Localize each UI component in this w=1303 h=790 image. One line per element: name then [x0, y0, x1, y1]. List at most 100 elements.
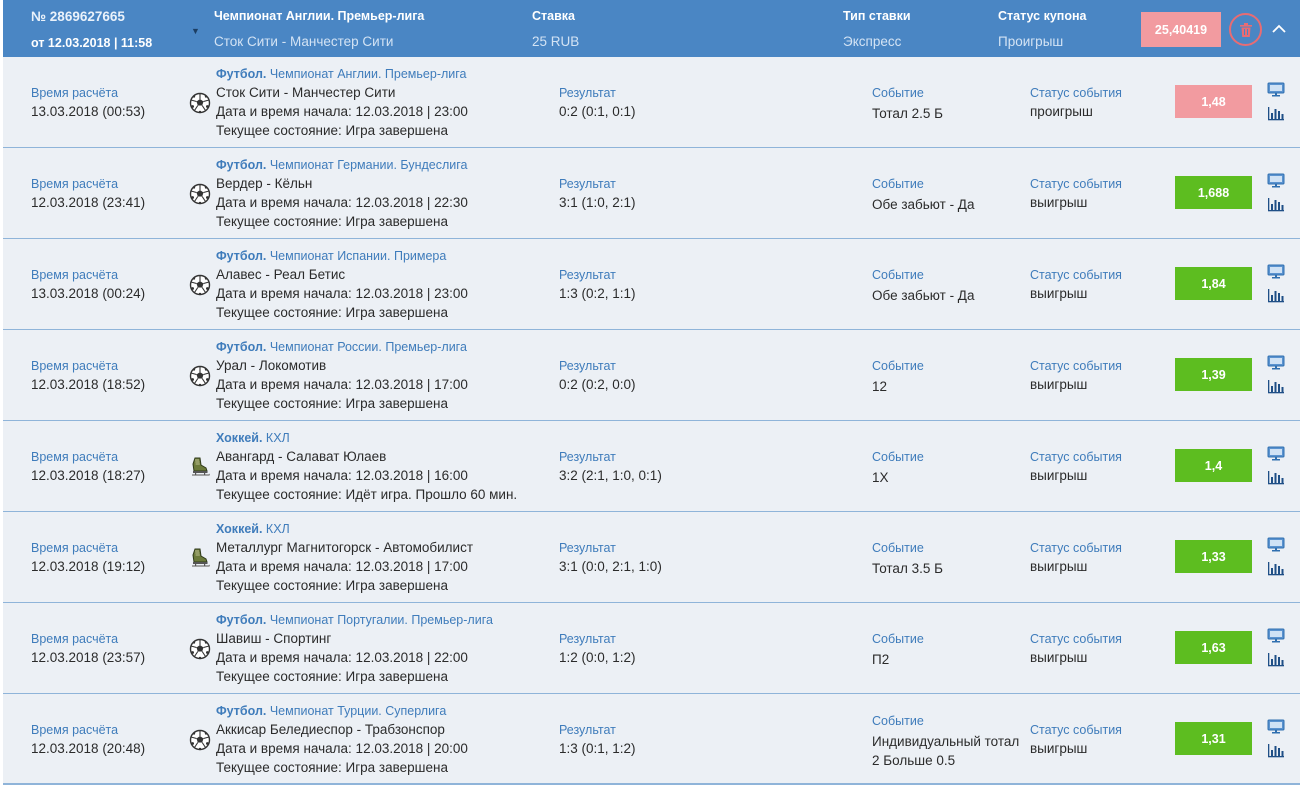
statistics-button[interactable]	[1267, 470, 1285, 485]
monitor-icon	[1267, 446, 1285, 461]
event-teams[interactable]: Аккисар Беледиеспор - Трабзонспор	[216, 722, 445, 737]
coupon-date: от 12.03.2018 | 11:58	[31, 36, 153, 50]
collapse-button[interactable]	[1270, 20, 1288, 38]
event-teams[interactable]: Металлург Магнитогорск - Автомобилист	[216, 540, 473, 555]
bar-chart-icon	[1268, 107, 1284, 121]
calc-time-label: Время расчёта	[31, 177, 119, 191]
result-label: Результат	[559, 268, 616, 282]
live-broadcast-button[interactable]	[1267, 82, 1285, 97]
event-teams[interactable]: Шавиш - Спортинг	[216, 631, 331, 646]
event-teams[interactable]: Вердер - Кёльн	[216, 176, 312, 191]
event-status-value: выигрыш	[1030, 377, 1088, 392]
live-broadcast-button[interactable]	[1267, 446, 1285, 461]
event-sport: Хоккей.	[216, 522, 263, 536]
event-teams[interactable]: Сток Сити - Манчестер Сити	[216, 85, 395, 100]
event-league[interactable]: Футбол. Чемпионат Испании. Примера	[216, 249, 446, 263]
event-start: Дата и время начала: 12.03.2018 | 23:00	[216, 104, 468, 119]
event-status-label: Статус события	[1030, 177, 1122, 191]
event-league-name: Чемпионат России. Премьер-лига	[266, 340, 467, 354]
event-league[interactable]: Футбол. Чемпионат Англии. Премьер-лига	[216, 67, 467, 81]
bar-chart-icon	[1268, 198, 1284, 212]
coupon-card: № 2869627665 от 12.03.2018 | 11:58 ▼ Чем…	[3, 0, 1300, 785]
event-league-name: Чемпионат Испании. Примера	[266, 249, 447, 263]
statistics-button[interactable]	[1267, 288, 1285, 303]
calc-time-label: Время расчёта	[31, 450, 119, 464]
event-status-value: выигрыш	[1030, 286, 1088, 301]
event-league[interactable]: Хоккей. КХЛ	[216, 431, 290, 445]
odds-badge: 1,63	[1175, 631, 1252, 664]
calc-time-label: Время расчёта	[31, 632, 119, 646]
odds-badge: 1,4	[1175, 449, 1252, 482]
result-label: Результат	[559, 723, 616, 737]
event-state: Текущее состояние: Игра завершена	[216, 305, 448, 320]
calc-time-value: 12.03.2018 (23:41)	[31, 195, 146, 210]
event-start: Дата и время начала: 12.03.2018 | 17:00	[216, 377, 468, 392]
event-league[interactable]: Хоккей. КХЛ	[216, 522, 290, 536]
event-row: Время расчёта 12.03.2018 (20:48) Футбол.…	[3, 694, 1300, 785]
bar-chart-icon	[1268, 380, 1284, 394]
live-broadcast-button[interactable]	[1267, 628, 1285, 643]
result-value: 3:1 (1:0, 2:1)	[559, 195, 636, 210]
event-status-value: выигрыш	[1030, 559, 1088, 574]
event-row: Время расчёта 12.03.2018 (18:27) Хоккей.…	[3, 421, 1300, 512]
statistics-button[interactable]	[1267, 197, 1285, 212]
trash-icon	[1239, 22, 1252, 37]
statistics-button[interactable]	[1267, 652, 1285, 667]
event-start: Дата и время начала: 12.03.2018 | 20:00	[216, 741, 468, 756]
event-sport: Футбол.	[216, 249, 267, 263]
result-value: 3:2 (2:1, 1:0, 0:1)	[559, 468, 662, 483]
event-status-label: Статус события	[1030, 359, 1122, 373]
event-status-value: выигрыш	[1030, 741, 1088, 756]
hockey-skate-icon	[189, 456, 211, 478]
live-broadcast-button[interactable]	[1267, 719, 1285, 734]
chevron-up-icon	[1272, 24, 1286, 33]
delete-button[interactable]	[1229, 13, 1262, 46]
event-status-value: выигрыш	[1030, 650, 1088, 665]
events-list: Время расчёта 13.03.2018 (00:53) Футбол.…	[3, 57, 1300, 785]
bar-chart-icon	[1268, 744, 1284, 758]
event-row: Время расчёта 13.03.2018 (00:24) Футбол.…	[3, 239, 1300, 330]
event-league[interactable]: Футбол. Чемпионат Германии. Бундеслига	[216, 158, 467, 172]
event-teams[interactable]: Алавес - Реал Бетис	[216, 267, 345, 282]
live-broadcast-button[interactable]	[1267, 264, 1285, 279]
event-value: Обе забьют - Да	[872, 197, 975, 212]
calc-time-label: Время расчёта	[31, 268, 119, 282]
event-value: Обе забьют - Да	[872, 288, 975, 303]
soccer-ball-icon	[189, 274, 211, 296]
event-state: Текущее состояние: Игра завершена	[216, 396, 448, 411]
result-value: 1:3 (0:1, 1:2)	[559, 741, 636, 756]
result-label: Результат	[559, 632, 616, 646]
event-start: Дата и время начала: 12.03.2018 | 22:30	[216, 195, 468, 210]
live-broadcast-button[interactable]	[1267, 173, 1285, 188]
statistics-button[interactable]	[1267, 743, 1285, 758]
statistics-button[interactable]	[1267, 106, 1285, 121]
event-sport: Футбол.	[216, 613, 267, 627]
event-teams[interactable]: Авангард - Салават Юлаев	[216, 449, 386, 464]
bet-type-label: Тип ставки	[843, 9, 911, 23]
event-status-label: Статус события	[1030, 541, 1122, 555]
calc-time-label: Время расчёта	[31, 723, 119, 737]
live-broadcast-button[interactable]	[1267, 355, 1285, 370]
statistics-button[interactable]	[1267, 561, 1285, 576]
coupon-header[interactable]: № 2869627665 от 12.03.2018 | 11:58 ▼ Чем…	[3, 0, 1300, 57]
event-league[interactable]: Футбол. Чемпионат Турции. Суперлига	[216, 704, 446, 718]
live-broadcast-button[interactable]	[1267, 537, 1285, 552]
event-teams[interactable]: Урал - Локомотив	[216, 358, 326, 373]
event-label: Событие	[872, 541, 924, 555]
odds-badge: 1,48	[1175, 85, 1252, 118]
event-league-name: КХЛ	[262, 522, 290, 536]
statistics-button[interactable]	[1267, 379, 1285, 394]
result-label: Результат	[559, 359, 616, 373]
coupon-status-value: Проигрыш	[998, 34, 1064, 49]
event-status-label: Статус события	[1030, 450, 1122, 464]
event-label: Событие	[872, 632, 924, 646]
coupon-championship: Чемпионат Англии. Премьер-лига	[214, 9, 425, 23]
odds-badge: 1,33	[1175, 540, 1252, 573]
event-row: Время расчёта 12.03.2018 (18:52) Футбол.…	[3, 330, 1300, 421]
event-state: Текущее состояние: Игра завершена	[216, 214, 448, 229]
soccer-ball-icon	[189, 365, 211, 387]
caret-down-icon[interactable]: ▼	[191, 26, 200, 36]
event-league[interactable]: Футбол. Чемпионат России. Премьер-лига	[216, 340, 467, 354]
event-value: 12	[872, 379, 888, 394]
event-league[interactable]: Футбол. Чемпионат Португалии. Премьер-ли…	[216, 613, 493, 627]
